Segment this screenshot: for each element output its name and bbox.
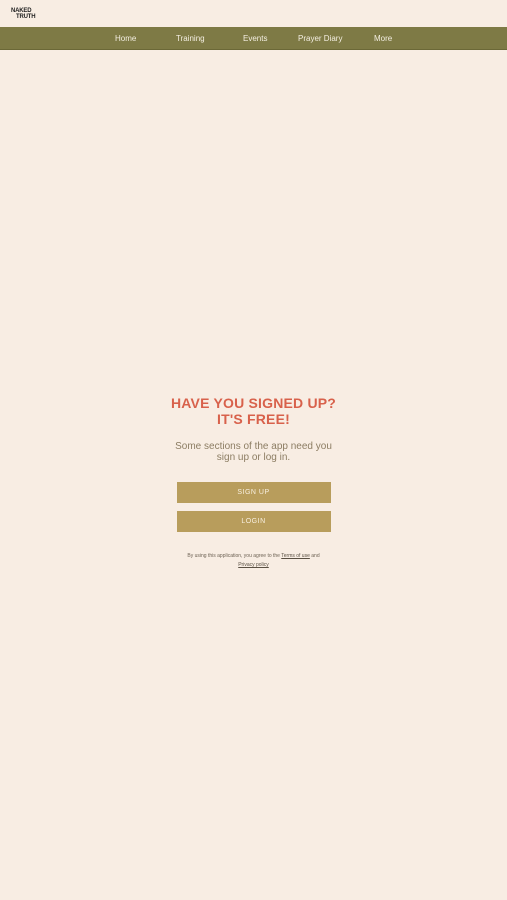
headline-line-2: IT'S FREE!	[217, 411, 290, 427]
signup-subtext: Some sections of the app need you sign u…	[175, 441, 332, 463]
legal-middle: and	[309, 553, 320, 559]
nav-item-more[interactable]: More	[374, 27, 392, 50]
signup-headline: HAVE YOU SIGNED UP? IT'S FREE!	[0, 395, 507, 427]
legal-notice: By using this application, you agree to …	[164, 552, 344, 570]
signup-prompt: HAVE YOU SIGNED UP? IT'S FREE! Some sect…	[0, 395, 507, 570]
nav-item-prayer-diary[interactable]: Prayer Diary	[298, 27, 342, 50]
nav-item-events[interactable]: Events	[243, 27, 267, 50]
top-bar: NAKED TRUTH	[0, 0, 507, 27]
nav-item-training[interactable]: Training	[176, 27, 205, 50]
main-navbar: Home Training Events Prayer Diary More	[0, 27, 507, 50]
terms-of-use-link[interactable]: Terms of use	[281, 553, 310, 559]
legal-prefix: By using this application, you agree to …	[187, 553, 282, 559]
sign-up-button[interactable]: SIGN UP	[176, 482, 331, 503]
nav-item-home[interactable]: Home	[115, 27, 136, 50]
login-button[interactable]: LOGIN	[176, 511, 331, 532]
headline-line-1: HAVE YOU SIGNED UP?	[170, 395, 337, 411]
logo-line-2: TRUTH	[16, 14, 36, 20]
privacy-policy-link[interactable]: Privacy policy	[238, 562, 269, 568]
logo[interactable]: NAKED TRUTH	[11, 8, 41, 20]
page: NAKED TRUTH Home Training Events Prayer …	[0, 0, 507, 900]
